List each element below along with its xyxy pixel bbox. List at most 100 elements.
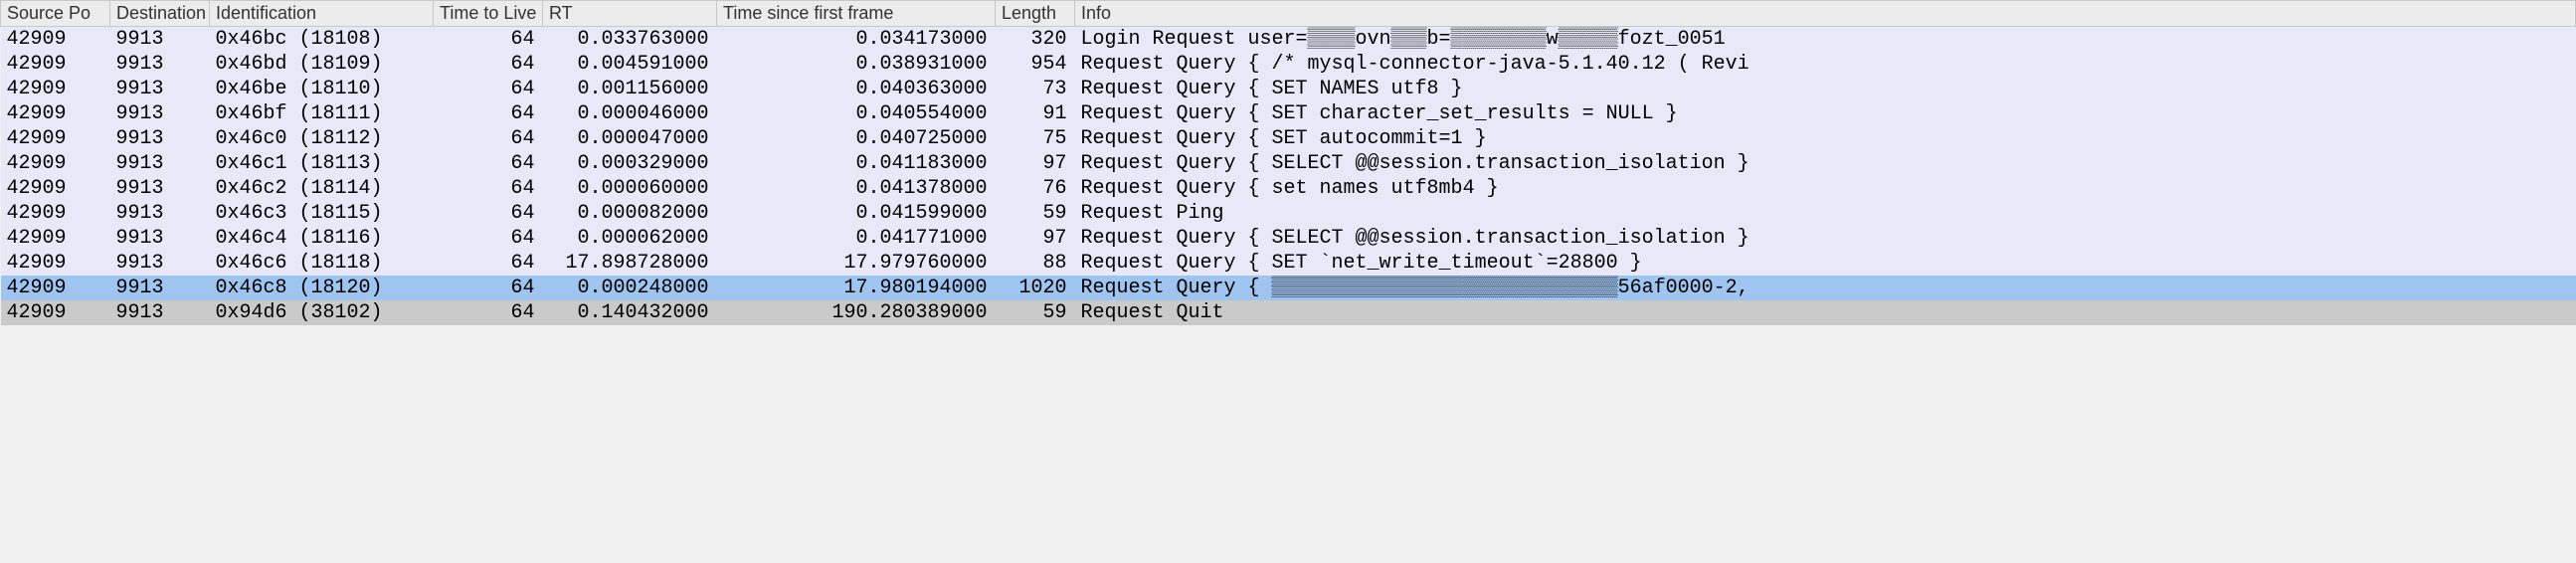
cell-info: Request Query { ▒▒▒▒▒▒▒▒▒▒▒▒▒▒▒▒▒▒▒▒▒▒▒▒… [1075, 276, 2576, 300]
cell-ident: 0x46c6 (18118) [210, 251, 434, 276]
cell-ident: 0x46bc (18108) [210, 27, 434, 53]
col-header-ident[interactable]: Identification [210, 1, 434, 27]
table-row[interactable]: 4290999130x46c0 (18112)64 0.000047000 0.… [1, 126, 2576, 151]
cell-info: Request Query { SET `net_write_timeout`=… [1075, 251, 2576, 276]
table-row[interactable]: 4290999130x46c1 (18113)64 0.000329000 0.… [1, 151, 2576, 176]
cell-dstport: 9913 [110, 251, 210, 276]
cell-info: Request Query { SET character_set_result… [1075, 101, 2576, 126]
cell-tsff: 0.040363000 [717, 77, 996, 101]
table-row[interactable]: 4290999130x46bf (18111)64 0.000046000 0.… [1, 101, 2576, 126]
cell-ident: 0x94d6 (38102) [210, 300, 434, 325]
cell-ttl: 64 [434, 251, 543, 276]
cell-tsff: 0.034173000 [717, 27, 996, 53]
col-header-length[interactable]: Length [996, 1, 1075, 27]
cell-ident: 0x46c1 (18113) [210, 151, 434, 176]
cell-rt: 0.000046000 [543, 101, 717, 126]
cell-ident: 0x46bd (18109) [210, 52, 434, 77]
cell-tsff: 0.040554000 [717, 101, 996, 126]
cell-info: Request Quit [1075, 300, 2576, 325]
cell-length: 954 [996, 52, 1075, 77]
table-row[interactable]: 4290999130x46c3 (18115)64 0.000082000 0.… [1, 201, 2576, 226]
col-header-srcport[interactable]: Source Po [1, 1, 110, 27]
cell-srcport: 42909 [1, 27, 110, 53]
cell-tsff: 190.280389000 [717, 300, 996, 325]
cell-tsff: 0.041378000 [717, 176, 996, 201]
cell-dstport: 9913 [110, 27, 210, 53]
col-header-rt[interactable]: RT [543, 1, 717, 27]
cell-length: 97 [996, 151, 1075, 176]
cell-length: 91 [996, 101, 1075, 126]
cell-ident: 0x46be (18110) [210, 77, 434, 101]
cell-rt: 0.000060000 [543, 176, 717, 201]
cell-rt: 0.000047000 [543, 126, 717, 151]
cell-ttl: 64 [434, 151, 543, 176]
cell-srcport: 42909 [1, 101, 110, 126]
cell-dstport: 9913 [110, 52, 210, 77]
cell-srcport: 42909 [1, 151, 110, 176]
cell-info: Request Query { SET NAMES utf8 } [1075, 77, 2576, 101]
cell-tsff: 17.979760000 [717, 251, 996, 276]
col-header-info[interactable]: Info [1075, 1, 2576, 27]
cell-length: 59 [996, 300, 1075, 325]
cell-dstport: 9913 [110, 201, 210, 226]
cell-info: Request Query { SELECT @@session.transac… [1075, 226, 2576, 251]
cell-srcport: 42909 [1, 276, 110, 300]
cell-info: Request Query { set names utf8mb4 } [1075, 176, 2576, 201]
cell-ttl: 64 [434, 276, 543, 300]
cell-dstport: 9913 [110, 126, 210, 151]
cell-length: 76 [996, 176, 1075, 201]
cell-ttl: 64 [434, 226, 543, 251]
cell-srcport: 42909 [1, 226, 110, 251]
cell-dstport: 9913 [110, 300, 210, 325]
cell-ident: 0x46c4 (18116) [210, 226, 434, 251]
col-header-ttl[interactable]: Time to Live [434, 1, 543, 27]
cell-rt: 0.033763000 [543, 27, 717, 53]
cell-length: 59 [996, 201, 1075, 226]
table-row[interactable]: 4290999130x94d6 (38102)64 0.140432000190… [1, 300, 2576, 325]
cell-info: Request Query { SET autocommit=1 } [1075, 126, 2576, 151]
cell-dstport: 9913 [110, 226, 210, 251]
cell-tsff: 0.040725000 [717, 126, 996, 151]
cell-ident: 0x46c3 (18115) [210, 201, 434, 226]
cell-info: Request Query { SELECT @@session.transac… [1075, 151, 2576, 176]
cell-rt: 0.000329000 [543, 151, 717, 176]
cell-info: Request Query { /* mysql-connector-java-… [1075, 52, 2576, 77]
table-row[interactable]: 4290999130x46c2 (18114)64 0.000060000 0.… [1, 176, 2576, 201]
cell-srcport: 42909 [1, 251, 110, 276]
table-row[interactable]: 4290999130x46c6 (18118)6417.898728000 17… [1, 251, 2576, 276]
cell-ident: 0x46bf (18111) [210, 101, 434, 126]
cell-rt: 0.140432000 [543, 300, 717, 325]
table-row[interactable]: 4290999130x46c4 (18116)64 0.000062000 0.… [1, 226, 2576, 251]
table-row[interactable]: 4290999130x46bc (18108)64 0.033763000 0.… [1, 27, 2576, 53]
cell-ttl: 64 [434, 77, 543, 101]
cell-info: Login Request user=▒▒▒▒ovn▒▒▒b=▒▒▒▒▒▒▒▒w… [1075, 27, 2576, 53]
cell-dstport: 9913 [110, 276, 210, 300]
table-row[interactable]: 4290999130x46c8 (18120)64 0.000248000 17… [1, 276, 2576, 300]
cell-srcport: 42909 [1, 201, 110, 226]
cell-rt: 0.004591000 [543, 52, 717, 77]
cell-ident: 0x46c8 (18120) [210, 276, 434, 300]
cell-tsff: 0.041771000 [717, 226, 996, 251]
cell-ttl: 64 [434, 300, 543, 325]
cell-rt: 17.898728000 [543, 251, 717, 276]
cell-length: 88 [996, 251, 1075, 276]
cell-dstport: 9913 [110, 151, 210, 176]
col-header-tsff[interactable]: Time since first frame [717, 1, 996, 27]
cell-length: 75 [996, 126, 1075, 151]
cell-rt: 0.000062000 [543, 226, 717, 251]
cell-ident: 0x46c2 (18114) [210, 176, 434, 201]
table-row[interactable]: 4290999130x46be (18110)64 0.001156000 0.… [1, 77, 2576, 101]
cell-info: Request Ping [1075, 201, 2576, 226]
cell-tsff: 0.038931000 [717, 52, 996, 77]
cell-dstport: 9913 [110, 77, 210, 101]
cell-rt: 0.000082000 [543, 201, 717, 226]
col-header-dstport[interactable]: Destination [110, 1, 210, 27]
cell-ttl: 64 [434, 126, 543, 151]
cell-dstport: 9913 [110, 101, 210, 126]
cell-length: 73 [996, 77, 1075, 101]
cell-ttl: 64 [434, 101, 543, 126]
table-row[interactable]: 4290999130x46bd (18109)64 0.004591000 0.… [1, 52, 2576, 77]
cell-dstport: 9913 [110, 176, 210, 201]
cell-length: 1020 [996, 276, 1075, 300]
cell-ttl: 64 [434, 176, 543, 201]
